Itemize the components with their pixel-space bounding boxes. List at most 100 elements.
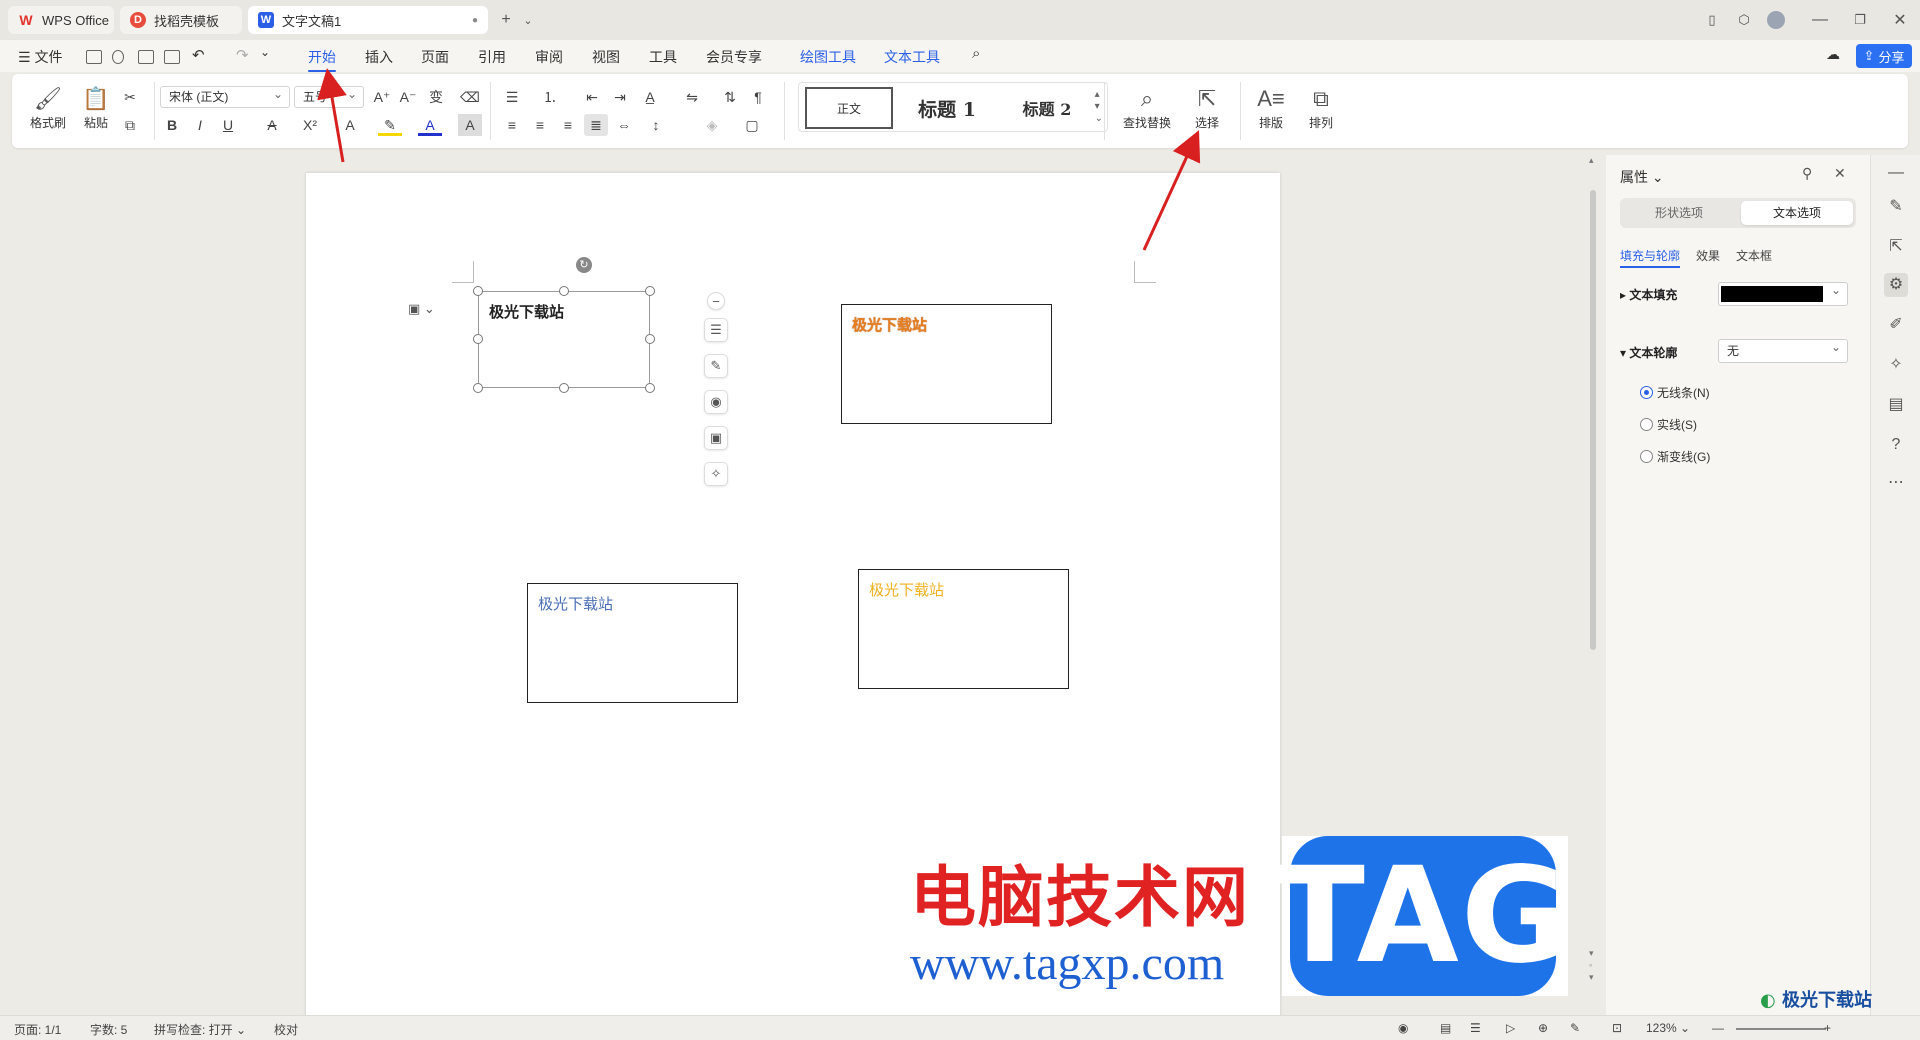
bullet-list-icon[interactable]: ☰ [500,86,524,108]
increase-indent-icon[interactable]: ⇥ [608,86,632,108]
reading-mode-icon[interactable]: ▷ [1506,1021,1515,1035]
grow-font-icon[interactable]: A⁺ [370,86,394,108]
page-count[interactable]: 页面: 1/1 [14,1021,61,1038]
close-panel-icon[interactable]: ✕ [1834,165,1846,182]
tools-icon[interactable]: ✧ [1884,353,1908,377]
redo-icon[interactable]: ↷ [236,46,249,64]
select-cursor-icon[interactable]: ⇱ [1884,235,1908,259]
menu-tools[interactable]: 工具 [649,47,677,67]
undo-icon[interactable]: ↶ [192,46,205,64]
highlight-icon[interactable]: ✎ [378,114,402,136]
menu-member[interactable]: 会员专享 [706,47,762,67]
text-outline-select[interactable]: 无 [1718,336,1848,363]
collapse-rail-icon[interactable]: — [1884,161,1908,185]
book-icon[interactable]: ▤ [1884,393,1908,417]
pen-icon[interactable]: ✎ [1884,195,1908,219]
font-name-select[interactable]: 宋体 (正文) [160,84,290,108]
rotate-handle-icon[interactable]: ↻ [576,257,592,273]
align-right-icon[interactable]: ≡ [556,114,580,136]
show-marks-icon[interactable]: ¶ [746,86,770,108]
print-icon[interactable] [138,50,154,64]
underline-icon[interactable]: U [216,114,240,136]
clear-format-icon[interactable]: ⌫ [458,86,482,108]
spell-check-status[interactable]: 拼写检查: 打开 ⌄ [154,1021,246,1038]
more-icon[interactable]: ⋯ [1884,471,1908,495]
char-shading-icon[interactable]: A [458,114,482,136]
menu-page[interactable]: 页面 [421,47,449,67]
distribute-icon[interactable]: ⇔ [612,114,636,136]
new-tab-icon[interactable]: + [494,8,518,32]
text-effect-icon[interactable]: A [338,114,362,136]
layout-options-icon[interactable]: ▣ ⌄ [408,301,435,317]
word-count[interactable]: 字数: 5 [90,1021,127,1038]
cut-icon[interactable]: ✂ [118,86,142,108]
link-icon[interactable] [112,50,124,64]
tab-wps-office[interactable]: W WPS Office [8,6,114,34]
zoom-slider[interactable] [1736,1028,1826,1030]
menu-home[interactable]: 开始 [308,47,336,72]
radio-no-line[interactable]: 无线条(N) [1640,384,1710,401]
align-center-icon[interactable]: ≡ [528,114,552,136]
menu-review[interactable]: 审阅 [535,47,563,67]
text-fill-color-select[interactable] [1718,279,1848,306]
textbox-blue[interactable]: 极光下载站 [527,583,738,703]
bold-icon[interactable]: B [160,114,184,136]
menu-view[interactable]: 视图 [592,47,620,67]
fit-page-icon[interactable]: ⊡ [1612,1021,1622,1035]
web-view-icon[interactable]: ⊕ [1538,1021,1548,1035]
resize-handle[interactable] [559,383,569,393]
italic-icon[interactable]: I [188,114,212,136]
zoom-level[interactable]: 123% ⌄ [1646,1021,1690,1035]
tab-list-chevron-icon[interactable]: ⌄ [516,8,540,32]
proofread[interactable]: 校对 [274,1021,298,1038]
style-normal[interactable]: 正文 [805,87,893,129]
page-view-icon[interactable]: ▤ [1440,1021,1451,1035]
typeset-button[interactable]: A≡ 排版 [1248,84,1294,131]
resize-handle[interactable] [645,286,655,296]
print-preview-icon[interactable] [164,50,180,64]
resize-handle[interactable] [645,334,655,344]
page-nav-icon[interactable]: ▾ ◦ ▾ [1589,947,1594,983]
textbox-orange[interactable]: 极光下载站 [841,304,1052,424]
style-brush-icon[interactable]: ✐ [1884,313,1908,337]
paste-button[interactable]: 📋 粘贴 [74,84,118,131]
scrollbar-thumb[interactable] [1590,190,1596,650]
subtab-fill-outline[interactable]: 填充与轮廓 [1620,247,1681,268]
shrink-font-icon[interactable]: A⁻ [396,86,420,108]
share-button[interactable]: ⇪ 分享 [1856,44,1912,68]
menu-drawing-tools[interactable]: 绘图工具 [800,47,856,67]
style-gallery-scroll-icon[interactable]: ▴ ▾ ⌄ [1095,89,1103,125]
fill-bucket-icon[interactable]: ◉ [704,390,728,414]
quick-access-chevron-icon[interactable]: ⌄ [260,45,270,59]
align-left-icon[interactable]: ≡ [500,114,524,136]
tab-document[interactable]: W 文字文稿1 ● [248,6,488,34]
text-wrap-icon[interactable]: ☰ [704,318,728,342]
arrange-button[interactable]: ⧉ 排列 [1298,84,1344,131]
zoom-out-icon[interactable]: — [1712,1021,1724,1035]
text-fill-row[interactable]: ▸ 文本填充 [1620,286,1677,303]
resize-handle[interactable] [473,286,483,296]
minimize-icon[interactable]: — [1808,8,1832,32]
style-heading-1[interactable]: 标题 1 [899,87,995,129]
shape-style-icon[interactable]: ▣ [704,426,728,450]
subtab-textbox[interactable]: 文本框 [1736,247,1772,264]
panel-title[interactable]: 属性 ⌄ [1620,167,1664,187]
menu-references[interactable]: 引用 [478,47,506,67]
line-spacing-icon[interactable]: ↕ [644,114,668,136]
properties-sliders-icon[interactable]: ⚙ [1884,273,1908,297]
text-direction-icon[interactable]: ⇋ [680,86,704,108]
strikethrough-icon[interactable]: A [260,114,284,136]
paragraph-shading-icon[interactable]: ◈ [700,114,724,136]
phonetic-guide-icon[interactable]: 变 [424,86,448,108]
pin-icon[interactable]: ⚲ [1802,165,1812,182]
outline-pen-icon[interactable]: ✎ [704,354,728,378]
select-button[interactable]: ⇱ 选择 [1182,84,1232,131]
resize-handle[interactable] [645,383,655,393]
justify-icon[interactable]: ≣ [584,114,608,136]
textbox-yellow[interactable]: 极光下载站 [858,569,1069,689]
resize-handle[interactable] [473,383,483,393]
radio-solid-line[interactable]: 实线(S) [1640,416,1697,433]
textbox-selected[interactable]: 极光下载站 [478,291,650,388]
tab-text-options[interactable]: 文本选项 [1741,201,1853,225]
layout-icon[interactable]: ▯ [1700,8,1724,32]
